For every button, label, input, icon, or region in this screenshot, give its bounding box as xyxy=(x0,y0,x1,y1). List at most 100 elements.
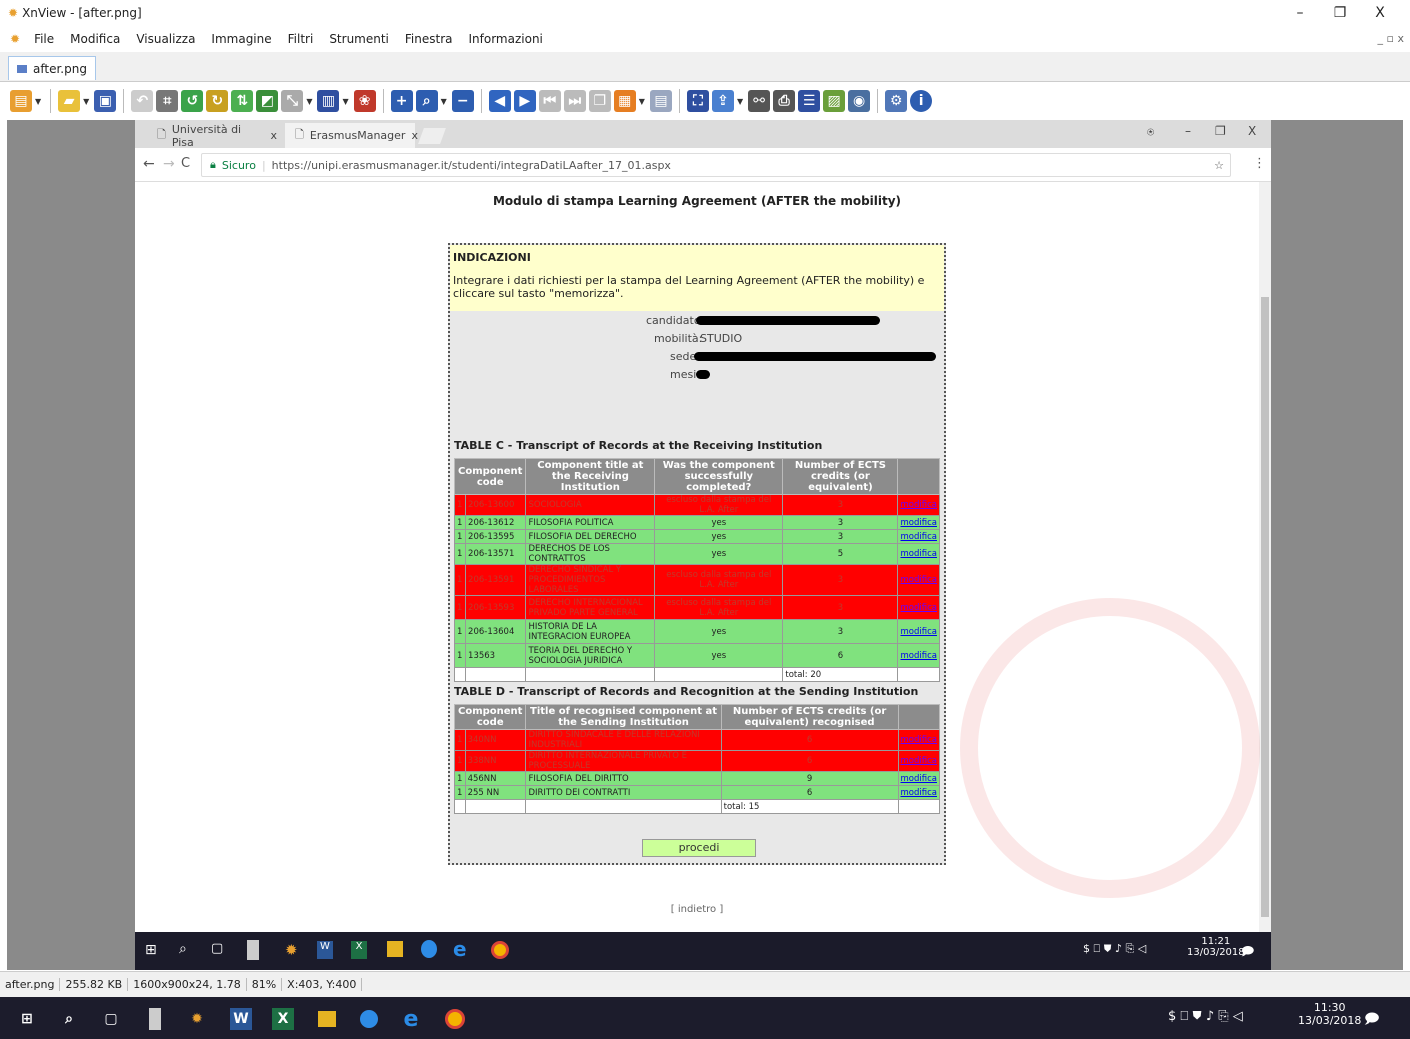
capture-icon[interactable]: ◉ xyxy=(848,90,871,112)
table-c-header-action xyxy=(897,458,940,495)
system-tray-icons[interactable]: $ ⎕ ⛊ ♪ ⎘ ◁ xyxy=(1168,1009,1243,1024)
open-folder-icon[interactable]: ▰ xyxy=(58,90,81,112)
save-icon[interactable]: ▣ xyxy=(94,90,117,112)
forward-arrow-icon[interactable]: → xyxy=(163,156,175,172)
crop-icon[interactable]: ⌗ xyxy=(156,90,179,112)
empty-cell xyxy=(453,667,467,682)
browser-restore-button[interactable]: ❐ xyxy=(1215,124,1226,138)
reload-icon[interactable]: C xyxy=(181,156,190,171)
instructions-text: Integrare i dati richiesti per la stampa… xyxy=(453,274,925,300)
search-icon[interactable]: ⌕ xyxy=(58,1008,80,1030)
effects-icon[interactable]: ❀ xyxy=(353,90,376,112)
page-scrollbar[interactable] xyxy=(1259,182,1271,932)
rotate-right-icon[interactable]: ↻ xyxy=(206,90,229,112)
modifica-link[interactable]: modifica xyxy=(900,549,936,559)
ie-icon[interactable]: e xyxy=(400,1007,422,1032)
browser-minimize-button[interactable]: – xyxy=(1185,124,1191,138)
table-d-header-action xyxy=(897,704,940,730)
modifica-link[interactable]: modifica xyxy=(901,735,937,745)
flip-icon[interactable]: ⇅ xyxy=(231,90,254,112)
restore-button[interactable]: ❐ xyxy=(1320,2,1360,24)
chrome-icon[interactable] xyxy=(444,1008,466,1030)
info-icon[interactable]: i xyxy=(910,90,933,112)
row-number: 1 xyxy=(453,494,467,516)
close-tab-icon[interactable]: x xyxy=(411,129,418,142)
browser-tab-unipi[interactable]: 🗋 Università di Pisa x xyxy=(147,123,287,149)
rotate-left-icon[interactable]: ↺ xyxy=(181,90,204,112)
zoom-icon[interactable]: ⌕ xyxy=(415,90,438,112)
app-icon[interactable] xyxy=(144,1008,166,1030)
export-icon[interactable]: ⇪ xyxy=(711,90,734,112)
table-d-title: TABLE D - Transcript of Records and Reco… xyxy=(454,685,919,698)
empty-cell xyxy=(454,799,466,814)
zoom-out-icon[interactable]: − xyxy=(451,90,474,112)
word-icon[interactable]: W xyxy=(230,1008,252,1030)
menu-finestra[interactable]: Finestra xyxy=(403,32,455,46)
profile-icon[interactable]: ⍟ xyxy=(1147,125,1154,140)
next-icon[interactable]: ▶ xyxy=(513,90,536,112)
browser-menu-icon[interactable]: ⋮ xyxy=(1253,156,1266,171)
back-arrow-icon[interactable]: ← xyxy=(143,156,155,172)
scrollbar-thumb[interactable] xyxy=(1261,297,1269,917)
tab-after-png[interactable]: after.png xyxy=(8,56,96,80)
scan-icon[interactable]: ☰ xyxy=(798,90,821,112)
task-view-icon[interactable]: ▢ xyxy=(100,1008,122,1030)
undo-icon[interactable]: ↶ xyxy=(131,90,154,112)
menu-immagine[interactable]: Immagine xyxy=(209,32,273,46)
menu-modifica[interactable]: Modifica xyxy=(68,32,122,46)
modifica-link[interactable]: modifica xyxy=(901,774,937,784)
resize-icon[interactable]: ⤡ xyxy=(281,90,304,112)
taskbar-clock[interactable]: 11:30 13/03/2018 xyxy=(1298,1001,1361,1027)
browser-close-button[interactable]: X xyxy=(1248,124,1256,138)
file-explorer-icon[interactable] xyxy=(316,1008,338,1030)
app-menu-icon[interactable]: ✹ xyxy=(10,32,20,46)
back-link[interactable]: [ indietro ] xyxy=(135,904,1259,915)
start-button-icon[interactable]: ⊞ xyxy=(16,1008,38,1030)
close-button[interactable]: X xyxy=(1360,2,1400,24)
close-tab-icon[interactable]: x xyxy=(270,129,277,142)
print-icon[interactable]: ⎙ xyxy=(773,90,796,112)
action-cell: modifica xyxy=(897,529,940,544)
new-tab-button[interactable] xyxy=(418,128,446,144)
fullscreen-icon[interactable]: ⛶ xyxy=(686,90,709,112)
zoom-in-icon[interactable]: + xyxy=(390,90,413,112)
procedi-button[interactable]: procedi xyxy=(642,839,756,857)
print-preview-icon[interactable]: ▤ xyxy=(649,90,672,112)
menu-filtri[interactable]: Filtri xyxy=(286,32,316,46)
settings-icon[interactable]: ⚙ xyxy=(885,90,908,112)
browser-icon[interactable]: ▤ xyxy=(10,90,32,112)
modifica-link[interactable]: modifica xyxy=(900,627,936,637)
slideshow-icon[interactable]: ▦ xyxy=(613,90,636,112)
wallpaper-icon[interactable]: ▨ xyxy=(823,90,846,112)
star-icon[interactable]: ☆ xyxy=(1214,159,1224,172)
excel-icon[interactable]: X xyxy=(272,1008,294,1030)
table-c-header-ects: Number of ECTS credits (or equivalent) xyxy=(782,458,899,495)
minimize-button[interactable]: – xyxy=(1280,2,1320,24)
first-page-icon[interactable]: ⏮ xyxy=(538,90,561,112)
mdi-controls[interactable]: _ ▫ x xyxy=(1378,32,1404,45)
filter-icon[interactable]: ▥ xyxy=(317,90,340,112)
modifica-link[interactable]: modifica xyxy=(900,603,936,613)
modifica-link[interactable]: modifica xyxy=(901,788,937,798)
address-bar[interactable]: 🔒︎ Sicuro | https://unipi.erasmusmanager… xyxy=(201,153,1231,177)
modifica-link[interactable]: modifica xyxy=(900,500,936,510)
modifica-link[interactable]: modifica xyxy=(900,575,936,585)
table-d-header-title: Title of recognised component at the Sen… xyxy=(525,704,722,730)
xnview-taskbar-icon[interactable]: ✹ xyxy=(186,1008,208,1030)
previous-icon[interactable]: ◀ xyxy=(488,90,511,112)
menu-strumenti[interactable]: Strumenti xyxy=(327,32,391,46)
copy-icon[interactable]: ❐ xyxy=(588,90,611,112)
find-icon[interactable]: ⚯ xyxy=(748,90,771,112)
browser-tab-erasmus[interactable]: 🗋 ErasmusManager x xyxy=(285,123,418,148)
menu-file[interactable]: File xyxy=(32,32,56,46)
menu-informazioni[interactable]: Informazioni xyxy=(467,32,545,46)
app2-icon[interactable] xyxy=(358,1008,380,1030)
action-center-icon[interactable]: 🗩 xyxy=(1364,1008,1380,1032)
modifica-link[interactable]: modifica xyxy=(900,532,936,542)
modifica-link[interactable]: modifica xyxy=(901,756,937,766)
last-page-icon[interactable]: ⏭ xyxy=(563,90,586,112)
menu-visualizza[interactable]: Visualizza xyxy=(134,32,197,46)
modifica-link[interactable]: modifica xyxy=(900,518,936,528)
adjust-icon[interactable]: ◩ xyxy=(256,90,279,112)
modifica-link[interactable]: modifica xyxy=(900,651,936,661)
